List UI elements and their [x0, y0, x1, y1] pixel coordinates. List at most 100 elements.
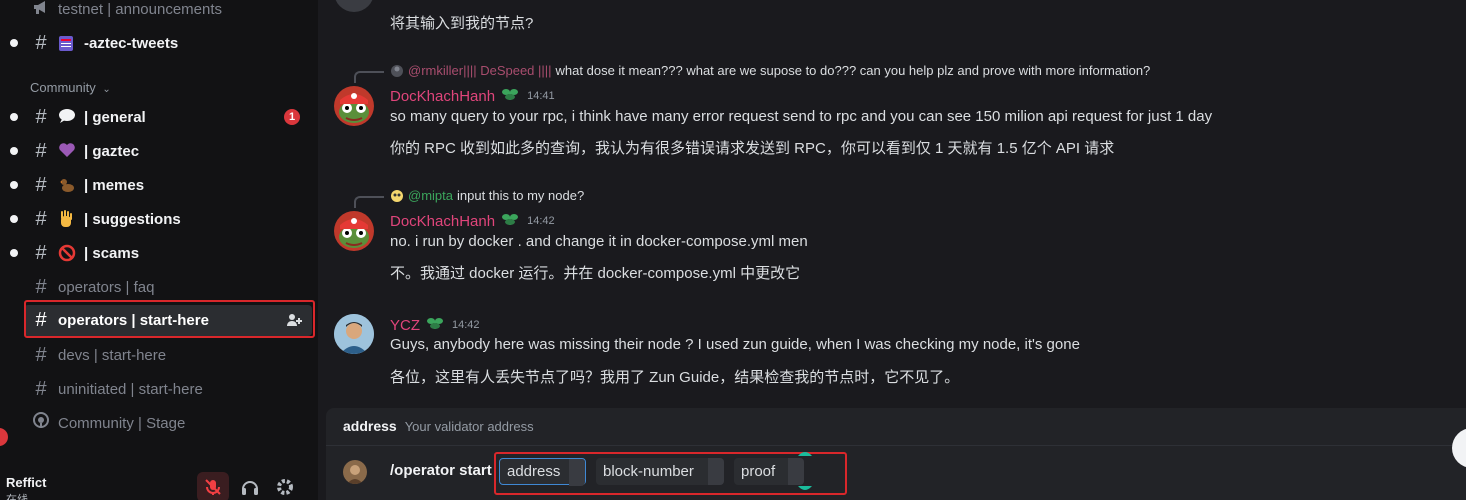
divider: [326, 445, 1466, 446]
option-hint: address Your validator address: [343, 418, 534, 434]
message-translation: 不。我通过 docker 运行。并在 docker-compose.yml 中更…: [390, 265, 801, 282]
channel-label: operators | faq: [58, 278, 155, 296]
channel-testnet-announcements[interactable]: testnet | announcements: [24, 0, 312, 24]
chevron-down-icon: ⌄: [102, 84, 111, 95]
bot-avatar: [343, 460, 367, 484]
channel-memes[interactable]: # | memes: [24, 170, 312, 200]
channel-community-stage[interactable]: Community | Stage: [24, 408, 312, 438]
avatar[interactable]: [334, 211, 374, 251]
channel-label: | memes: [84, 176, 145, 194]
mute-mic-button[interactable]: [197, 472, 229, 500]
pepe-avatar-icon: [334, 86, 374, 126]
channel-general[interactable]: # | general 1: [24, 102, 312, 132]
unread-indicator: [10, 39, 18, 47]
reply-text: what dose it mean??? what are we supose …: [555, 63, 1151, 78]
pepe-avatar-icon: [334, 211, 374, 251]
timestamp: 14:41: [527, 90, 555, 102]
category-community[interactable]: Community ⌄: [30, 80, 111, 95]
role-leaf-icon: [426, 315, 444, 335]
role-leaf-icon: [501, 86, 519, 106]
username[interactable]: Reffict: [6, 475, 46, 490]
message-text: no. i run by docker . and change it in d…: [390, 233, 808, 250]
reply-reference[interactable]: @rmkiller|||| DeSpeed |||| what dose it …: [390, 63, 1150, 78]
calendar-icon: [58, 34, 76, 52]
purple-heart-icon: [58, 142, 76, 160]
avatar[interactable]: [334, 86, 374, 126]
gear-icon: [277, 479, 293, 495]
reply-avatar-icon: [391, 64, 403, 77]
hash-icon: #: [35, 343, 47, 366]
message-translation: 各位，这里有人丢失节点了吗？我用了 Zun Guide，结果检查我的节点时，它不…: [390, 369, 960, 386]
unread-indicator: [10, 113, 18, 121]
raised-hand-icon: [58, 210, 76, 228]
deafen-button[interactable]: [234, 472, 266, 500]
stage-icon: [30, 411, 52, 435]
message-header: DocKhachHanh 14:41: [390, 86, 555, 106]
hash-icon: #: [35, 241, 47, 264]
avatar[interactable]: [334, 314, 374, 354]
author-name[interactable]: DocKhachHanh: [390, 213, 495, 230]
channel-label: | gaztec: [84, 142, 140, 160]
hash-icon: #: [35, 173, 47, 196]
highlight-box-options: [494, 452, 847, 495]
message-text: 将其输入到我的节点?: [390, 15, 534, 32]
channel-label: | scams: [84, 244, 140, 262]
channel-label: -aztec-tweets: [84, 34, 179, 52]
message-translation: 你的 RPC 收到如此多的查询，我认为有很多错误请求发送到 RPC，你可以看到仅…: [390, 140, 1115, 157]
channel-label: uninitiated | start-here: [58, 380, 203, 398]
user-status: 在线: [6, 494, 28, 500]
channel-label: Community | Stage: [58, 414, 186, 432]
channel-label: testnet | announcements: [58, 0, 223, 18]
hash-icon: #: [35, 139, 47, 162]
headphones-icon: [242, 481, 258, 495]
channel-label: devs | start-here: [58, 346, 167, 364]
channel-gaztec[interactable]: # | gaztec: [24, 136, 312, 166]
reply-spine: [354, 196, 384, 208]
megaphone-icon: [30, 0, 52, 21]
channel-suggestions[interactable]: # | suggestions: [24, 204, 312, 234]
speech-bubble-icon: [58, 108, 76, 126]
unread-indicator: [10, 249, 18, 257]
hash-icon: #: [35, 207, 47, 230]
message-header: DocKhachHanh 14:42: [390, 211, 555, 231]
hash-icon: #: [35, 377, 47, 400]
highlight-box-channel: [24, 300, 315, 338]
timestamp: 14:42: [527, 215, 555, 227]
message-text: Guys, anybody here was missing their nod…: [390, 336, 1080, 353]
user-settings-button[interactable]: [269, 472, 301, 500]
reply-author[interactable]: @mipta: [408, 188, 453, 203]
timestamp: 14:42: [452, 319, 480, 331]
resize-handle-bottom-icon[interactable]: [798, 484, 812, 492]
hash-icon: #: [35, 31, 47, 54]
reply-spine: [354, 71, 384, 83]
reply-avatar-icon: [391, 189, 403, 202]
option-description: Your validator address: [404, 418, 534, 434]
author-name[interactable]: DocKhachHanh: [390, 88, 495, 105]
hash-icon: #: [35, 105, 47, 128]
message-header: YCZ 14:42: [390, 315, 480, 335]
prohibited-icon: [58, 244, 76, 262]
channel-uninitiated-start-here[interactable]: # uninitiated | start-here: [24, 374, 312, 404]
unread-indicator: [10, 215, 18, 223]
resize-handle-top-icon[interactable]: [798, 450, 812, 458]
channel-operators-faq[interactable]: # operators | faq: [24, 272, 312, 302]
channel-label: | suggestions: [84, 210, 181, 228]
reply-reference[interactable]: @mipta input this to my node?: [390, 188, 584, 203]
category-label: Community: [30, 80, 96, 95]
channel-devs-start-here[interactable]: # devs | start-here: [24, 340, 312, 370]
duck-icon: [58, 176, 76, 194]
reply-text: input this to my node?: [457, 188, 585, 203]
bot-avatar-icon: [343, 460, 367, 484]
role-leaf-icon: [501, 211, 519, 231]
option-name: address: [343, 418, 397, 434]
channel-aztec-tweets[interactable]: # -aztec-tweets: [24, 28, 312, 58]
channel-label: | general: [84, 108, 146, 126]
channel-scams[interactable]: # | scams: [24, 238, 312, 268]
reply-author[interactable]: @rmkiller|||| DeSpeed ||||: [408, 63, 552, 78]
mic-off-icon: [205, 479, 221, 495]
command-name: /operator start: [390, 462, 492, 479]
author-name[interactable]: YCZ: [390, 317, 420, 334]
hash-icon: #: [35, 275, 47, 298]
channel-sidebar: testnet | announcements # -aztec-tweets …: [0, 0, 318, 500]
unread-indicator: [10, 147, 18, 155]
